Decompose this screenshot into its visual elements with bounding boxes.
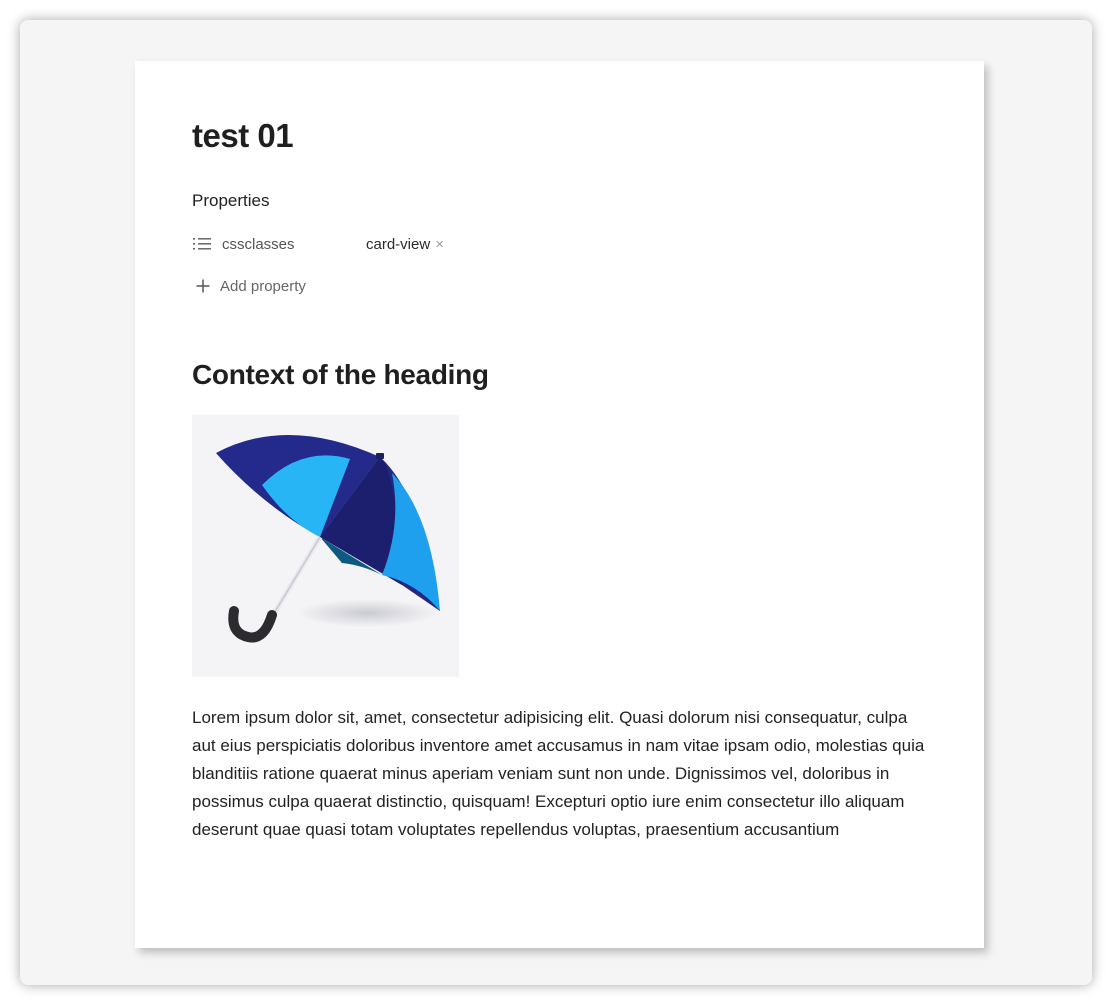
note-page: test 01 Properties cssclasses card-view … [135,61,984,948]
list-icon [192,236,212,252]
plus-icon [195,278,211,294]
umbrella-image [192,415,459,677]
close-icon[interactable]: × [435,236,444,253]
tag-label: card-view [366,235,431,253]
property-row-cssclasses: cssclasses card-view × [192,232,492,256]
add-property-label: Add property [220,277,306,295]
section-heading: Context of the heading [192,359,489,390]
add-property-button[interactable]: Add property [195,274,306,298]
properties-heading: Properties [192,191,270,210]
body-paragraph: Lorem ipsum dolor sit, amet, consectetur… [192,708,925,839]
note-title[interactable]: test 01 [192,117,294,155]
property-tag[interactable]: card-view × [366,236,444,253]
property-key[interactable]: cssclasses [222,236,366,253]
app-window: test 01 Properties cssclasses card-view … [20,20,1092,985]
